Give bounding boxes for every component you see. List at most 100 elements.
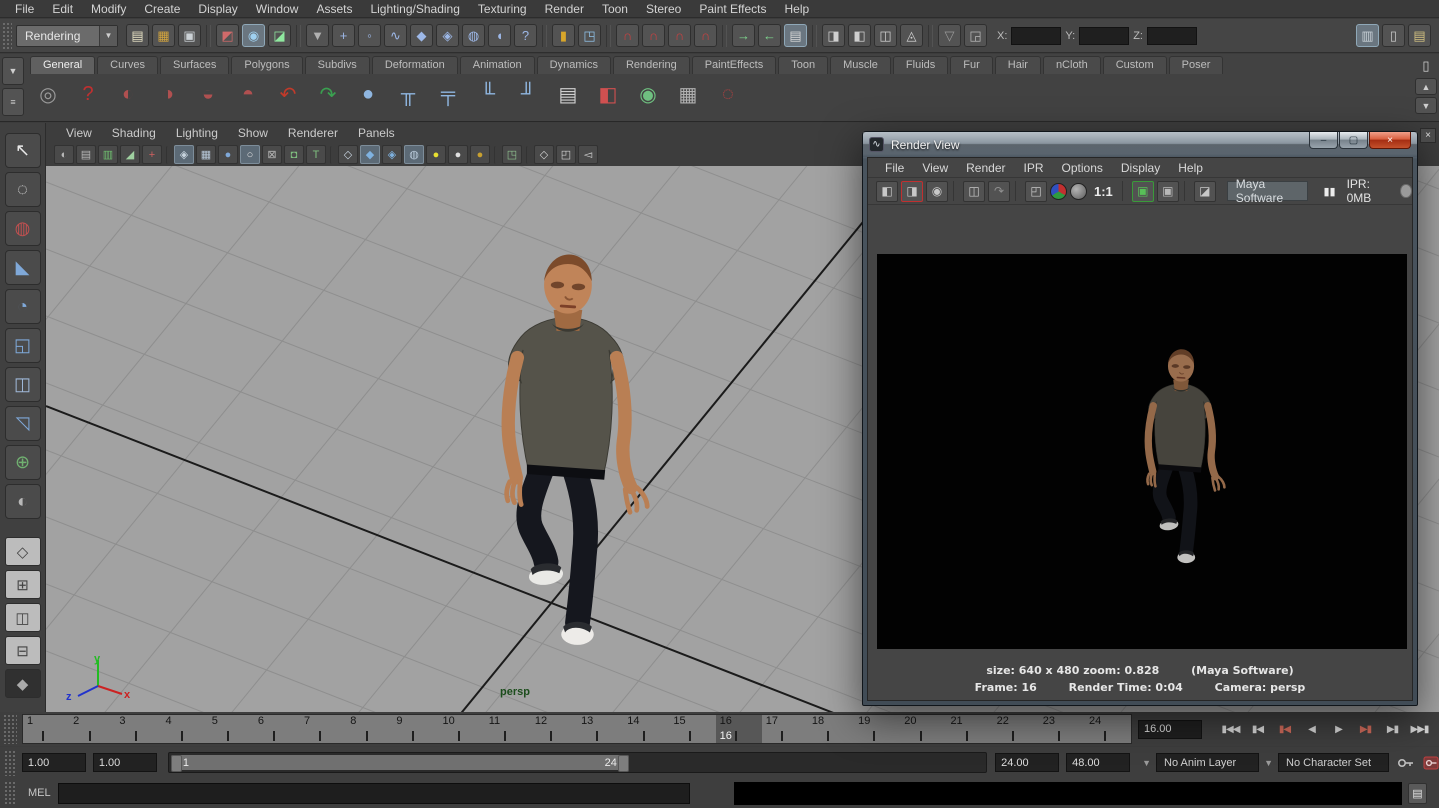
rgb-channels-icon[interactable] [1050,183,1067,200]
remove-image-icon[interactable]: ▣ [1157,181,1179,202]
shelf-tab[interactable]: Fur [950,56,993,74]
region-render-icon[interactable]: ◰ [1025,181,1047,202]
lattice-icon[interactable]: ▦ [672,78,704,110]
panel-menu-item[interactable]: Shading [102,126,166,140]
timeline-frame[interactable]: 6 [254,715,300,743]
timeline-frame[interactable]: 1 [23,715,69,743]
construction-history-icon[interactable]: ▤ [784,24,807,47]
render-sequence-icon[interactable]: ◬ [900,24,923,47]
select-object-shelf-icon[interactable]: ◧ [592,78,624,110]
move-normal-tool[interactable]: ◹ [5,406,41,441]
animation-end-field[interactable] [1066,753,1130,772]
playback-start-field[interactable] [93,753,157,772]
field-chart-icon[interactable]: ○ [240,145,260,164]
ipr-render-icon[interactable]: ◫ [963,181,985,202]
open-scene-icon[interactable]: ▦ [152,24,175,47]
snap-point-icon[interactable]: ∩ [668,24,691,47]
command-language-label[interactable]: MEL [22,787,58,799]
step-forward-key-button[interactable]: ▶▮ [1353,718,1378,740]
shelf-scroll-down-icon[interactable]: ▼ [1415,97,1437,114]
render-view-menu-item[interactable]: Render [957,161,1014,175]
attribute-editor-icon[interactable]: ▥ [1356,24,1379,47]
select-object-icon[interactable]: ◉ [242,24,265,47]
timeline-frame[interactable]: 18 [808,715,854,743]
display-real-size-icon[interactable]: 1:1 [1090,181,1117,202]
scale-tool[interactable]: ◱ [5,328,41,363]
shelf-scroll-up-icon[interactable]: ▲ [1415,78,1437,95]
menu-item[interactable]: Display [189,2,246,16]
timeline-frame[interactable]: 23 [1039,715,1085,743]
play-forwards-button[interactable]: ▶ [1326,718,1351,740]
command-line-grip[interactable] [4,781,16,805]
open-render-settings-icon[interactable]: ◪ [1194,181,1216,202]
timeline-frame[interactable]: 24 [1085,715,1131,743]
manipulator-icon[interactable]: + [142,145,162,164]
textured-channel-icon[interactable]: T [306,145,326,164]
camera-roll-icon[interactable]: ◓ [232,78,264,110]
mask-deformations-icon[interactable]: ◈ [436,24,459,47]
anim-layer-dropdown-icon[interactable]: ▼ [1142,758,1151,768]
command-input[interactable] [58,783,690,804]
close-button[interactable]: × [1369,132,1411,149]
ipr-render-icon[interactable]: ◫ [874,24,897,47]
ungroup-icon[interactable]: ╜ [512,78,544,110]
anim-layer-select[interactable]: No Anim Layer [1156,753,1259,772]
toolbar-grip[interactable] [2,22,12,50]
delete-unused-icon[interactable]: ● [352,78,384,110]
lock-selection-icon[interactable]: ▮ [552,24,575,47]
menu-set-selector[interactable]: Rendering ▼ [16,25,118,47]
select-hierarchy-icon[interactable]: ◩ [216,24,239,47]
timeline-frame[interactable]: 7 [300,715,346,743]
timeline-frame[interactable]: 3 [115,715,161,743]
mask-surfaces-icon[interactable]: ◆ [410,24,433,47]
move-tool[interactable]: ⊕ [5,445,41,480]
absolute-position-icon[interactable]: ◲ [964,24,987,47]
camera-select-icon[interactable]: ◐ [54,145,74,164]
layout-persp-graph[interactable]: ⊟ [5,636,41,665]
playback-end-field[interactable] [995,753,1059,772]
panel-menu-item[interactable]: Lighting [166,126,228,140]
go-to-start-button[interactable]: ▮◀◀ [1218,718,1243,740]
go-to-end-button[interactable]: ▶▶▮ [1407,718,1432,740]
timeline-frame[interactable]: 12 [531,715,577,743]
current-time-field[interactable] [1138,720,1202,739]
redo-icon[interactable]: ↷ [312,78,344,110]
shelf-menu-icon[interactable]: ≡ [2,88,24,116]
character-set-select[interactable]: No Character Set [1278,753,1389,772]
range-slider-bar[interactable]: 1 24 [171,755,629,770]
tool-settings-icon[interactable]: ▯ [1382,24,1405,47]
xray-joints-icon[interactable]: ◰ [556,145,576,164]
isolate-select-icon[interactable]: ◳ [502,145,522,164]
shelf-tab[interactable]: Custom [1103,56,1167,74]
shelf-tab[interactable]: Curves [97,56,158,74]
timeline-frame[interactable]: 17 [762,715,808,743]
output-connections-icon[interactable]: ← [758,24,781,47]
timeline-frame[interactable]: 20 [900,715,946,743]
save-scene-icon[interactable]: ▣ [178,24,201,47]
maximize-button[interactable]: ▢ [1339,132,1368,149]
step-back-key-button[interactable]: ▮◀ [1272,718,1297,740]
shelf-tab-menu-icon[interactable]: ▼ [2,57,24,85]
refresh-ipr-icon[interactable]: ↷ [988,181,1010,202]
shelf-tab[interactable]: Poser [1169,56,1224,74]
timeline-frame[interactable]: 19 [854,715,900,743]
menu-item[interactable]: Stereo [637,2,690,16]
pane-close-button[interactable]: × [1420,128,1436,143]
shelf-tab[interactable]: Toon [778,56,828,74]
animation-start-field[interactable] [22,753,86,772]
smooth-shade-icon[interactable]: ◆ [360,145,380,164]
mask-misc-icon[interactable]: ? [514,24,537,47]
shelf-trash-icon[interactable]: ▯ [1415,56,1437,76]
quick-layout-dropdown-icon[interactable]: ▽ [938,24,961,47]
menu-item[interactable]: Modify [82,2,135,16]
input-connections-icon[interactable]: → [732,24,755,47]
shelf-tab[interactable]: Muscle [830,56,891,74]
timeline-frame[interactable]: 14 [623,715,669,743]
redo-previous-render-icon[interactable]: ◧ [876,181,898,202]
layout-four-pane[interactable]: ⊞ [5,570,41,599]
menu-item[interactable]: Render [536,2,593,16]
render-view-titlebar[interactable]: ∿ Render View –▢× [863,132,1417,157]
select-tool[interactable]: ↖ [5,133,41,168]
step-back-frame-button[interactable]: ▮◀ [1245,718,1270,740]
paint-selection-tool[interactable]: ◍ [5,211,41,246]
